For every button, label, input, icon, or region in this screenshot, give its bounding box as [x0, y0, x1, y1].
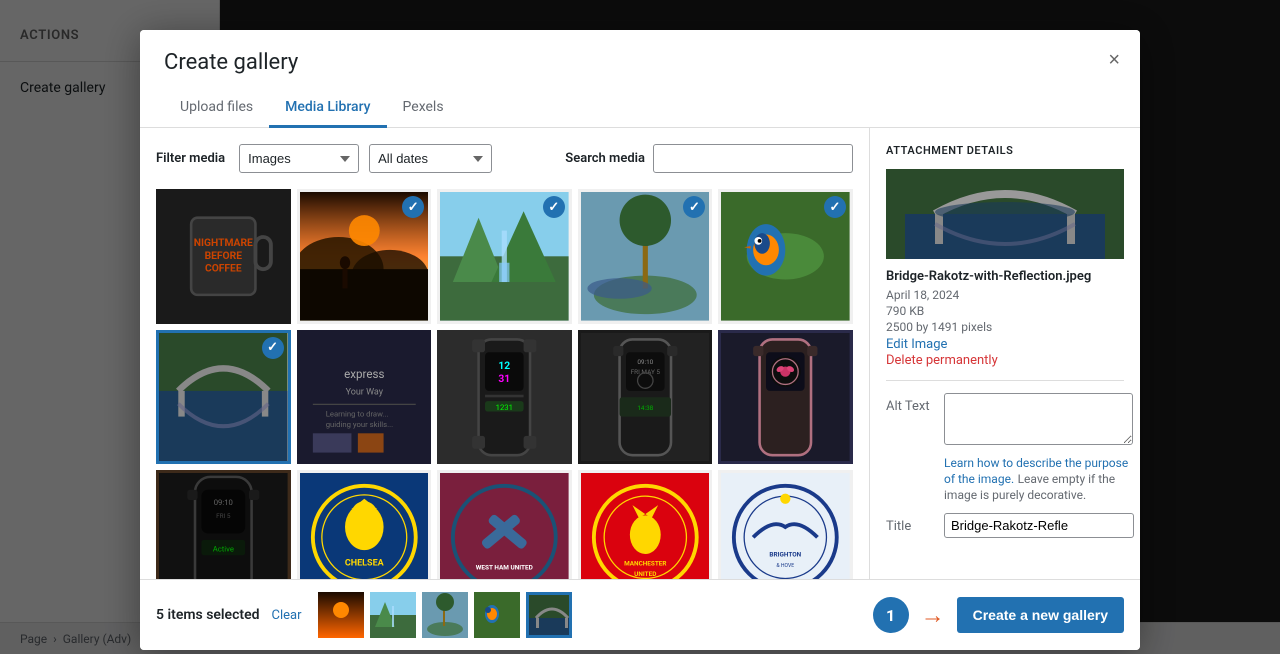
selected-thumb-3[interactable] [422, 592, 468, 638]
svg-text:& HOVE: & HOVE [777, 563, 795, 569]
title-field-row: Title [886, 513, 1124, 538]
svg-text:14:38: 14:38 [637, 404, 653, 412]
filter-row: Filter media Images Audio Video All date… [156, 144, 853, 173]
tab-upload-files[interactable]: Upload files [164, 91, 269, 128]
attachment-filename: Bridge-Rakotz-with-Reflection.jpeg [886, 269, 1124, 284]
svg-text:UNITED: UNITED [634, 570, 656, 578]
media-item-9[interactable]: 09:10 FRI MAY 5 14:38 [578, 330, 713, 465]
svg-text:WEST HAM UNITED: WEST HAM UNITED [476, 564, 533, 572]
media-item-2[interactable]: ✓ [297, 189, 432, 324]
attachment-thumbnail [886, 169, 1124, 259]
selected-thumbs [318, 592, 572, 638]
filter-date-select[interactable]: All dates January 2024 February 2024 [369, 144, 492, 173]
svg-text:CHELSEA: CHELSEA [344, 559, 384, 569]
svg-text:COFFEE: COFFEE [205, 262, 242, 275]
attachment-date: April 18, 2024 [886, 288, 1124, 302]
selected-thumb-2[interactable] [370, 592, 416, 638]
check-badge-3: ✓ [543, 196, 565, 218]
media-item-3[interactable]: ✓ [437, 189, 572, 324]
edit-image-link[interactable]: Edit Image [886, 337, 947, 352]
alt-text-label: Alt Text [886, 393, 936, 414]
svg-text:Your Way: Your Way [345, 387, 383, 397]
svg-text:1231: 1231 [496, 403, 513, 412]
tab-media-library[interactable]: Media Library [269, 91, 386, 128]
title-input[interactable] [944, 513, 1134, 538]
selected-thumb-1[interactable] [318, 592, 364, 638]
attachment-size: 790 KB [886, 304, 1124, 318]
filter-type-select[interactable]: Images Audio Video [239, 144, 359, 173]
attachment-details-title: ATTACHMENT DETAILS [886, 144, 1124, 157]
alt-text-field-row: Alt Text Learn how to describe the purpo… [886, 393, 1124, 503]
svg-text:MANCHESTER: MANCHESTER [624, 560, 666, 568]
modal-footer: 5 items selected Clear [140, 579, 1140, 650]
media-item-6[interactable]: ✓ [156, 330, 291, 465]
delete-permanently-link[interactable]: Delete permanently [886, 353, 998, 368]
create-new-gallery-button[interactable]: Create a new gallery [957, 597, 1124, 633]
search-media-label: Search media [565, 151, 645, 166]
svg-text:BRIGHTON: BRIGHTON [770, 551, 802, 559]
modal-backdrop: Create gallery × Upload files Media Libr… [0, 0, 1280, 654]
modal-title: Create gallery [164, 50, 1116, 75]
clear-selection-link[interactable]: Clear [272, 608, 302, 623]
search-media-input[interactable] [653, 144, 853, 173]
svg-text:Active: Active [213, 545, 234, 554]
step-badge: 1 [873, 597, 909, 633]
media-item-4[interactable]: ✓ [578, 189, 713, 324]
attachment-details-panel: ATTACHMENT DETAILS Bridge-Rakotz-with-Re… [870, 128, 1140, 579]
media-area: Filter media Images Audio Video All date… [140, 128, 870, 579]
svg-text:BEFORE: BEFORE [205, 249, 243, 262]
attachment-divider [886, 380, 1124, 381]
selected-thumb-5-active[interactable] [526, 592, 572, 638]
svg-text:FRI MAY 5: FRI MAY 5 [630, 368, 660, 376]
search-section: Search media [565, 144, 853, 173]
check-badge-6: ✓ [262, 337, 284, 359]
alt-text-input[interactable] [944, 393, 1133, 445]
svg-text:FRI 5: FRI 5 [216, 512, 231, 520]
svg-text:Learning to draw...: Learning to draw... [325, 409, 388, 418]
selected-count: 5 items selected [156, 607, 260, 623]
filter-media-label: Filter media [156, 151, 225, 166]
media-item-11[interactable]: 09:10 FRI 5 Active [156, 470, 291, 579]
modal-header: Create gallery × Upload files Media Libr… [140, 30, 1140, 128]
svg-text:09:10: 09:10 [637, 357, 653, 365]
svg-text:09:10: 09:10 [214, 498, 233, 507]
media-item-14[interactable]: MANCHESTER UNITED [578, 470, 713, 579]
media-item-1[interactable]: NIGHTMARE BEFORE COFFEE [156, 189, 291, 324]
tab-pexels[interactable]: Pexels [387, 91, 460, 128]
check-badge-5: ✓ [824, 196, 846, 218]
svg-text:31: 31 [499, 371, 511, 384]
modal-close-button[interactable]: × [1104, 46, 1124, 74]
attachment-dimensions: 2500 by 1491 pixels [886, 320, 1124, 334]
selected-thumb-4[interactable] [474, 592, 520, 638]
modal-body: Filter media Images Audio Video All date… [140, 128, 1140, 579]
media-item-8[interactable]: 12 31 1231 [437, 330, 572, 465]
modal: Create gallery × Upload files Media Libr… [140, 30, 1140, 650]
media-grid: NIGHTMARE BEFORE COFFEE ✓ [156, 189, 853, 579]
footer-right: 1 → Create a new gallery [873, 597, 1124, 633]
media-item-13[interactable]: WEST HAM UNITED [437, 470, 572, 579]
svg-text:NIGHTMARE: NIGHTMARE [194, 236, 253, 249]
tabs-container: Upload files Media Library Pexels [164, 91, 1116, 127]
svg-text:express: express [344, 367, 384, 381]
arrow-icon: → [921, 601, 945, 630]
media-item-5[interactable]: ✓ [718, 189, 853, 324]
media-item-10[interactable] [718, 330, 853, 465]
media-item-12[interactable]: CHELSEA [297, 470, 432, 579]
media-item-7[interactable]: express Your Way Learning to draw... gui… [297, 330, 432, 465]
filter-section: Filter media Images Audio Video All date… [156, 144, 492, 173]
svg-text:12: 12 [499, 359, 511, 372]
media-item-15[interactable]: BRIGHTON & HOVE [718, 470, 853, 579]
title-label: Title [886, 513, 936, 534]
svg-text:guiding your skills...: guiding your skills... [325, 419, 392, 428]
